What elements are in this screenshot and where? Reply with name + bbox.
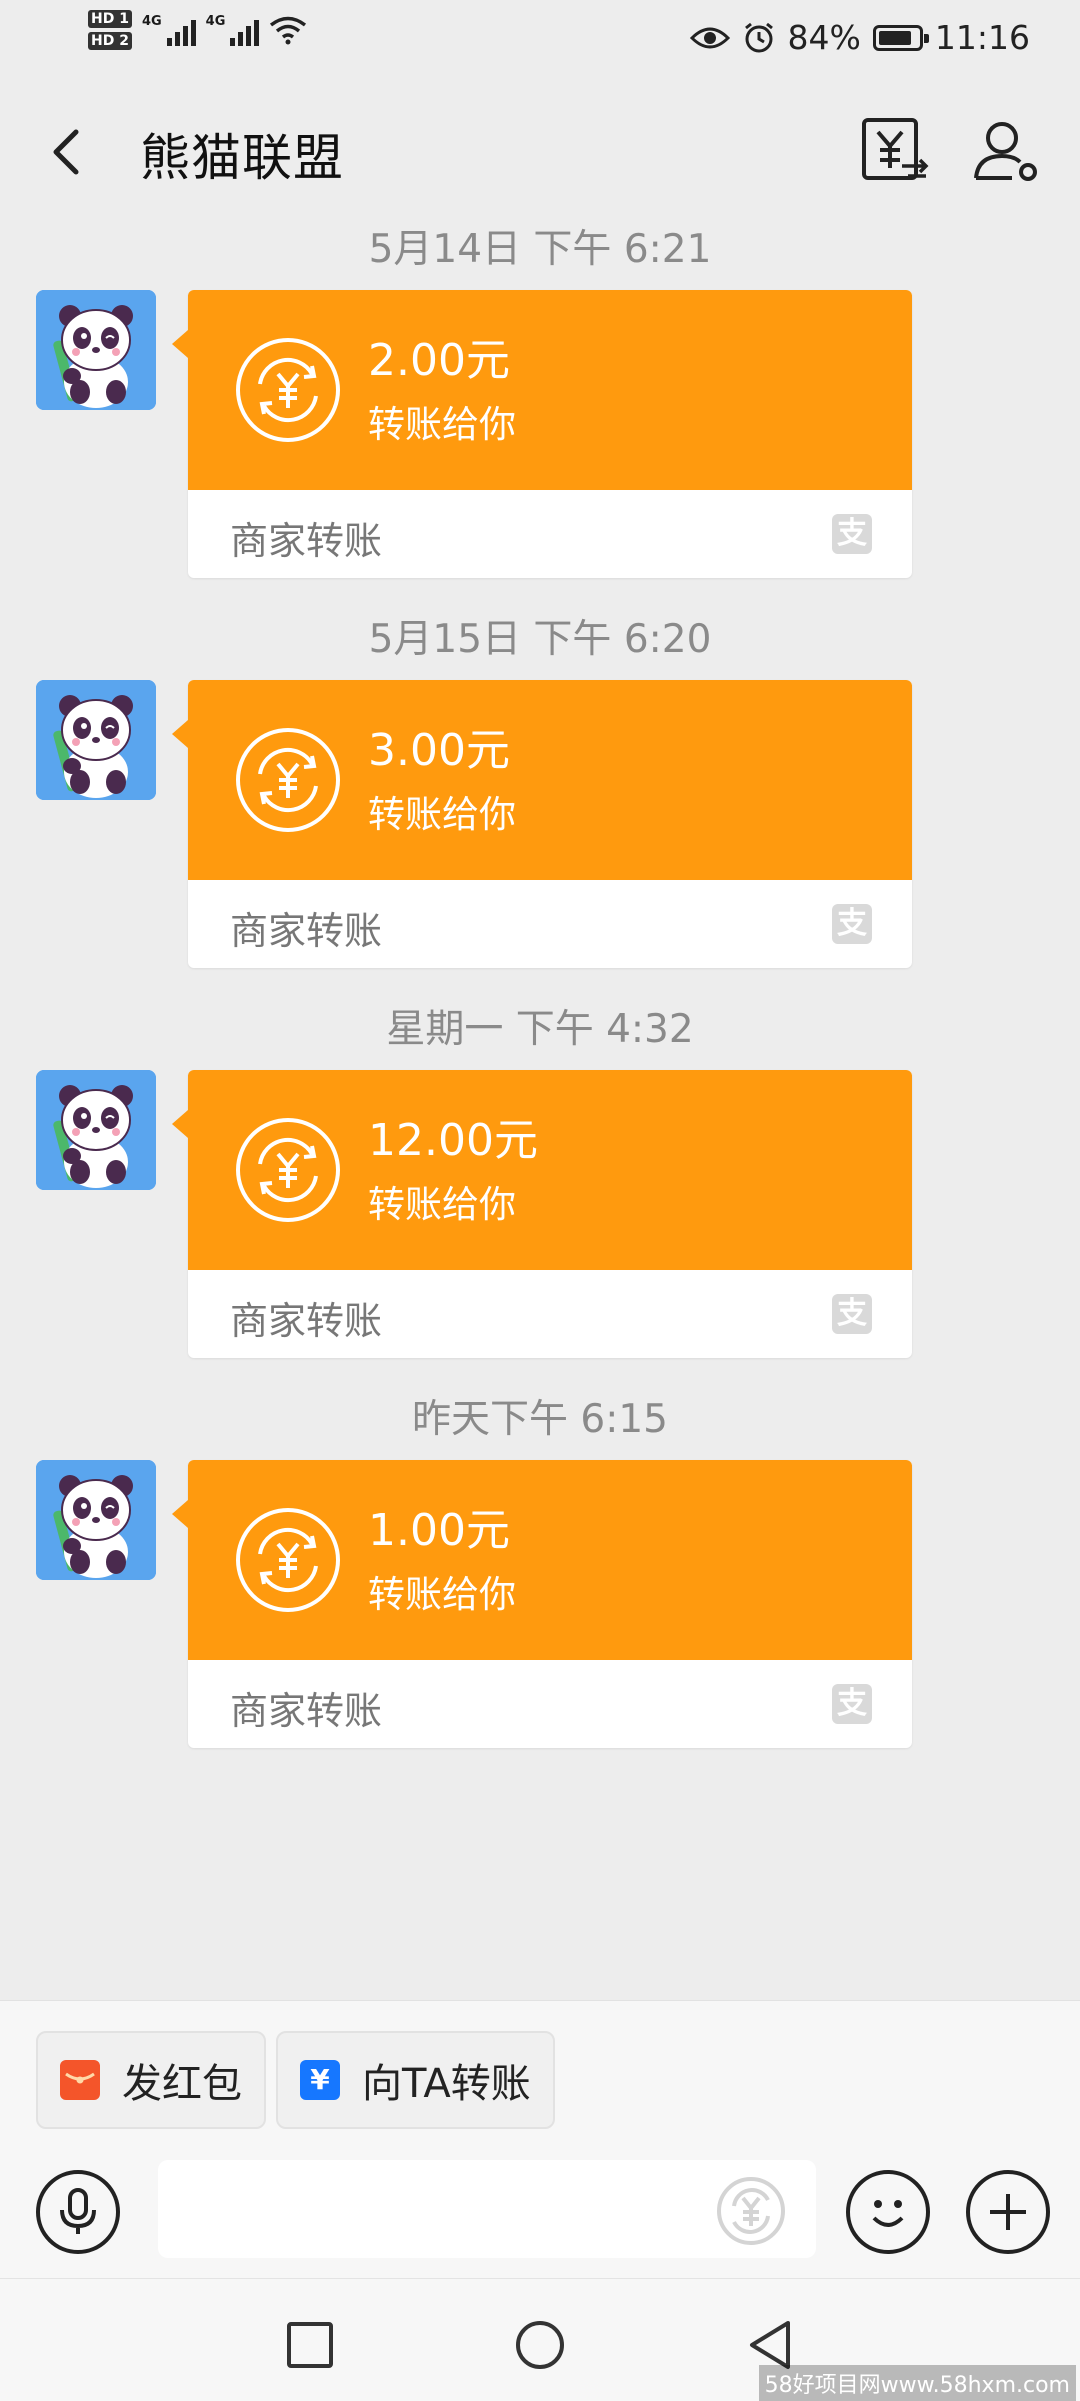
transfer-coin-icon bbox=[236, 728, 340, 832]
quick-transfer-icon[interactable] bbox=[714, 2174, 788, 2248]
clock: 11:16 bbox=[934, 18, 1030, 57]
transfer-card-footer: 商家转账 支 bbox=[188, 490, 912, 578]
alarm-icon bbox=[744, 22, 773, 52]
emoji-button[interactable] bbox=[846, 2170, 930, 2254]
transfer-amount: 2.00元 bbox=[368, 335, 510, 386]
transfer-card-top: 12.00元 转账给你 bbox=[188, 1070, 912, 1270]
red-packet-button[interactable]: 发红包 bbox=[36, 2031, 266, 2129]
input-bar bbox=[0, 2160, 1080, 2280]
transfer-card-footer: 商家转账 支 bbox=[188, 1660, 912, 1748]
watermark: 58好项目网www.58hxm.com bbox=[758, 2365, 1076, 2401]
transfer-card-footer: 商家转账 支 bbox=[188, 880, 912, 968]
message-list: 5月14日 下午 6:21 2.00元 转账给你 商家转账 支 5月15日 下午… bbox=[0, 220, 1080, 1780]
message-timestamp: 昨天下午 6:15 bbox=[412, 1397, 668, 1442]
message-timestamp: 5月14日 下午 6:21 bbox=[368, 227, 712, 272]
back-nav-icon[interactable] bbox=[744, 2319, 796, 2371]
avatar[interactable] bbox=[36, 290, 156, 410]
battery-icon bbox=[872, 24, 929, 51]
status-bar-left: HD 1 HD 2 4G 4G bbox=[88, 10, 307, 50]
transfer-icon: ¥ bbox=[300, 2060, 340, 2100]
eye-icon bbox=[689, 27, 730, 48]
transfer-type-label: 商家转账 bbox=[230, 909, 383, 953]
avatar[interactable] bbox=[36, 1460, 156, 1580]
battery-level-fill bbox=[878, 30, 911, 45]
red-packet-icon bbox=[60, 2060, 100, 2100]
panda-avatar-icon bbox=[36, 290, 156, 410]
message-row: 1.00元 转账给你 商家转账 支 bbox=[0, 1450, 1080, 1780]
battery-percent: 84% bbox=[787, 18, 861, 57]
microphone-icon bbox=[60, 2188, 96, 2234]
recents-icon[interactable] bbox=[284, 2319, 336, 2371]
message-timestamp: 5月15日 下午 6:20 bbox=[368, 617, 712, 662]
transfer-card[interactable]: 12.00元 转账给你 商家转账 支 bbox=[172, 1070, 912, 1358]
transfer-card-top: 2.00元 转账给你 bbox=[188, 290, 912, 490]
message-row: 12.00元 转账给你 商家转账 支 bbox=[0, 1060, 1080, 1390]
transfer-amount: 3.00元 bbox=[368, 725, 510, 776]
quick-action-bar: 发红包 ¥ 向TA转账 bbox=[0, 2000, 1080, 2161]
back-icon[interactable] bbox=[40, 112, 100, 192]
message-row: 3.00元 转账给你 商家转账 支 bbox=[0, 670, 1080, 1000]
transfer-type-label: 商家转账 bbox=[230, 1299, 383, 1343]
transfer-card[interactable]: 3.00元 转账给你 商家转账 支 bbox=[172, 680, 912, 968]
transfer-coin-icon bbox=[236, 1118, 340, 1222]
hd-indicator: HD 1 HD 2 bbox=[88, 10, 132, 50]
transfer-label: 向TA转账 bbox=[362, 2061, 531, 2107]
transfer-card-top: 3.00元 转账给你 bbox=[188, 680, 912, 880]
voice-button[interactable] bbox=[36, 2170, 120, 2254]
system-nav-bar: 58好项目网www.58hxm.com bbox=[0, 2278, 1080, 2401]
more-actions-button[interactable] bbox=[966, 2170, 1050, 2254]
home-icon[interactable] bbox=[514, 2319, 566, 2371]
hd1-badge: HD 1 bbox=[88, 10, 132, 28]
network-type-1: 4G bbox=[141, 14, 162, 29]
transfer-card[interactable]: 2.00元 转账给你 商家转账 支 bbox=[172, 290, 912, 578]
alipay-icon: 支 bbox=[832, 514, 872, 554]
transfer-coin-icon bbox=[236, 1508, 340, 1612]
avatar[interactable] bbox=[36, 1070, 156, 1190]
transfer-subtitle: 转账给你 bbox=[368, 793, 516, 836]
user-settings-icon[interactable] bbox=[968, 110, 1048, 190]
alipay-icon: 支 bbox=[832, 904, 872, 944]
avatar[interactable] bbox=[36, 680, 156, 800]
transfer-coin-icon bbox=[236, 338, 340, 442]
chat-header: 熊猫联盟 bbox=[0, 80, 1080, 220]
plus-icon bbox=[990, 2194, 1026, 2230]
status-bar-right: 84% 11:16 bbox=[689, 18, 1030, 57]
network-type-2: 4G bbox=[205, 14, 226, 29]
signal-1-icon: 4G bbox=[142, 14, 196, 46]
transfer-card[interactable]: 1.00元 转账给你 商家转账 支 bbox=[172, 1460, 912, 1748]
chat-title: 熊猫联盟 bbox=[140, 129, 344, 187]
message-timestamp: 星期一 下午 4:32 bbox=[386, 1007, 694, 1052]
transfer-subtitle: 转账给你 bbox=[368, 403, 516, 446]
transfer-type-label: 商家转账 bbox=[230, 519, 383, 563]
transfer-type-label: 商家转账 bbox=[230, 1689, 383, 1733]
panda-avatar-icon bbox=[36, 1460, 156, 1580]
transfer-amount: 12.00元 bbox=[368, 1115, 538, 1166]
panda-avatar-icon bbox=[36, 1070, 156, 1190]
hd2-badge: HD 2 bbox=[88, 32, 132, 50]
transfer-subtitle: 转账给你 bbox=[368, 1183, 516, 1226]
red-packet-label: 发红包 bbox=[122, 2061, 242, 2107]
signal-2-icon: 4G bbox=[206, 14, 260, 46]
smiley-icon bbox=[872, 2200, 904, 2227]
transfer-subtitle: 转账给你 bbox=[368, 1573, 516, 1616]
status-bar: HD 1 HD 2 4G 4G 84% 11:16 bbox=[0, 0, 1080, 80]
message-input[interactable] bbox=[158, 2160, 816, 2258]
message-row: 2.00元 转账给你 商家转账 支 bbox=[0, 280, 1080, 610]
transfer-card-top: 1.00元 转账给你 bbox=[188, 1460, 912, 1660]
panda-avatar-icon bbox=[36, 680, 156, 800]
transfer-amount: 1.00元 bbox=[368, 1505, 510, 1556]
alipay-icon: 支 bbox=[832, 1294, 872, 1334]
transfer-record-icon[interactable] bbox=[854, 110, 934, 190]
transfer-to-them-button[interactable]: ¥ 向TA转账 bbox=[276, 2031, 555, 2129]
wifi-icon bbox=[270, 16, 307, 45]
alipay-icon: 支 bbox=[832, 1684, 872, 1724]
transfer-card-footer: 商家转账 支 bbox=[188, 1270, 912, 1358]
